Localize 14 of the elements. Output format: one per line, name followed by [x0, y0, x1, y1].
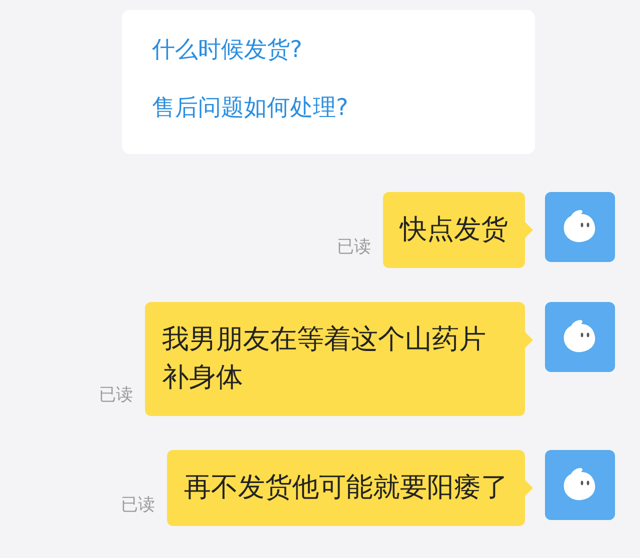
avatar-icon [545, 450, 615, 520]
question-link[interactable]: 什么时候发货? [152, 32, 535, 68]
read-status: 已读 [121, 494, 155, 516]
bubble-tail-icon [525, 222, 533, 238]
message-bubble: 我男朋友在等着这个山药片补身体 [145, 302, 525, 416]
bubble-tail-icon [525, 332, 533, 348]
read-status: 已读 [337, 236, 371, 258]
read-status: 已读 [99, 384, 133, 406]
bubble-tail-icon [525, 480, 533, 496]
question-link[interactable]: 售后问题如何处理? [152, 90, 535, 126]
message-bubble: 快点发货 [383, 192, 525, 268]
avatar-icon [545, 192, 615, 262]
avatar-icon [545, 302, 615, 372]
message-bubble: 再不发货他可能就要阳痿了 [167, 450, 525, 526]
